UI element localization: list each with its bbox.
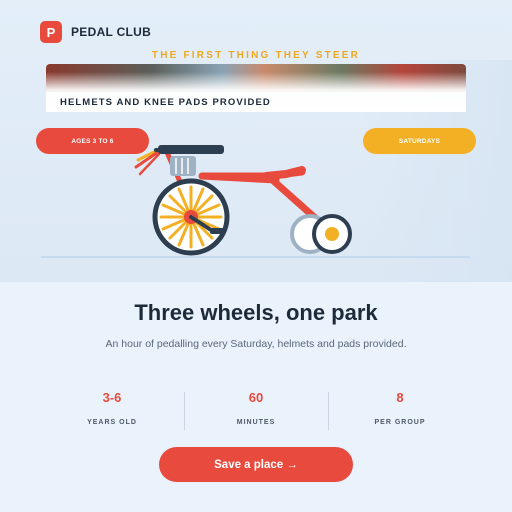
page-subtitle: An hour of pedalling every Saturday, hel…: [105, 338, 407, 350]
seat: [158, 145, 224, 154]
rear-wheels: [290, 214, 352, 254]
save-a-place-button[interactable]: Save a place →: [159, 447, 353, 482]
stat-value: 3-6: [102, 390, 122, 405]
stat-label: MINUTES: [236, 419, 276, 426]
photo-caption: HELMETS AND KNEE PADS PROVIDED: [60, 97, 271, 108]
stat-value: 60: [248, 390, 264, 405]
stats-row: 3-6 YEARS OLD 60 MINUTES 8 PER GROUP: [40, 384, 472, 432]
stat-value: 8: [396, 390, 404, 405]
hero-eyebrow: THE FIRST THING THEY STEER: [151, 50, 361, 61]
stat-age: 3-6 YEARS OLD: [40, 384, 184, 432]
streamers: [134, 148, 161, 176]
logo-badge[interactable]: P: [40, 21, 62, 43]
stat-label: YEARS OLD: [87, 419, 137, 426]
stat-label: PER GROUP: [374, 419, 426, 426]
stat-group-size: 8 PER GROUP: [328, 384, 472, 432]
basket: [170, 156, 196, 176]
stat-duration: 60 MINUTES: [184, 384, 328, 432]
page-title: Three wheels, one park: [134, 300, 378, 325]
brand-name[interactable]: PEDAL CLUB: [71, 25, 151, 39]
tricycle-illustration: [134, 145, 352, 256]
site-header: P PEDAL CLUB: [40, 21, 151, 43]
days-badge: SATURDAYS: [363, 128, 476, 154]
ground-line: [41, 256, 470, 258]
